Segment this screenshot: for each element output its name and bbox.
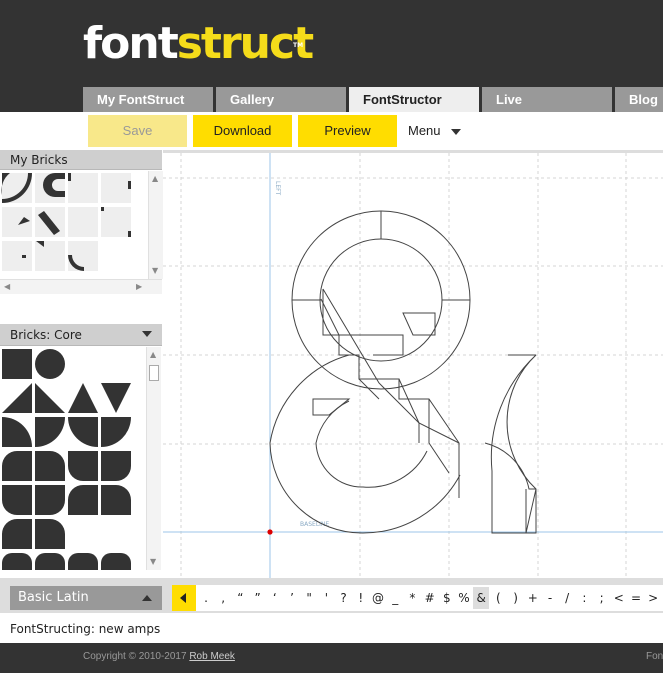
site-header: fontstruct TM My FontStruct Gallery Font… — [0, 0, 663, 112]
scroll-right-icon[interactable]: ▶ — [136, 282, 142, 292]
baseline-guide-label: BASELINE — [300, 521, 329, 528]
charset-selector-label: Basic Latin — [18, 590, 89, 605]
bricks-core-title: Bricks: Core — [10, 328, 82, 342]
character-button[interactable]: “ — [232, 587, 248, 609]
character-button[interactable]: : — [576, 587, 592, 609]
character-button[interactable]: @ — [370, 587, 386, 609]
chevron-down-icon — [450, 128, 461, 135]
copyright-label: Copyright © 2010-2017 — [83, 651, 187, 662]
chevron-down-icon — [142, 331, 152, 337]
character-button[interactable]: , — [215, 587, 231, 609]
logo-part-font: font — [83, 18, 179, 69]
character-button[interactable]: ” — [250, 587, 266, 609]
character-button[interactable]: ; — [594, 587, 610, 609]
save-button[interactable]: Save — [88, 115, 187, 147]
my-bricks-header: My Bricks — [0, 150, 162, 170]
scroll-down-icon[interactable]: ▼ — [150, 557, 156, 567]
character-button[interactable]: ( — [490, 587, 506, 609]
character-button[interactable]: < — [611, 587, 627, 609]
character-bar: Basic Latin ., “” ‘’ " '?! @ _ * # $% &() + - /:; < = > — [0, 578, 663, 613]
editor-toolbar: Save Download Preview Menu — [0, 112, 663, 150]
character-button[interactable]: % — [456, 587, 472, 609]
character-button[interactable]: + — [525, 587, 541, 609]
scroll-down-icon[interactable]: ▼ — [152, 266, 158, 276]
tab-blog[interactable]: Blog — [615, 87, 663, 112]
preview-button[interactable]: Preview — [298, 115, 397, 147]
tab-live[interactable]: Live — [482, 87, 612, 112]
character-button[interactable]: " — [301, 587, 317, 609]
character-button[interactable]: ’ — [284, 587, 300, 609]
logo-trademark: TM — [293, 42, 304, 49]
scroll-thumb[interactable] — [149, 365, 159, 381]
my-bricks-tiles[interactable] — [0, 171, 148, 279]
footer-right-text: Fon — [646, 651, 663, 662]
character-button[interactable]: & — [473, 587, 490, 609]
character-button[interactable]: ' — [318, 587, 334, 609]
origin-point — [267, 529, 273, 535]
my-bricks-grid — [0, 171, 148, 279]
character-button[interactable]: $ — [439, 587, 455, 609]
core-brick-tiles[interactable] — [0, 347, 146, 570]
character-button[interactable]: ) — [508, 587, 524, 609]
fontstruct-logo[interactable]: fontstruct TM — [83, 18, 314, 69]
character-strip: ., “” ‘’ " '?! @ _ * # $% &() + - /:; < = > — [172, 585, 663, 611]
my-bricks-vscroll[interactable]: ▲ ▼ — [148, 171, 163, 279]
menu-label: Menu — [408, 123, 441, 138]
scroll-left-icon[interactable]: ◀ — [4, 282, 10, 292]
tab-my-fontstruct[interactable]: My FontStruct — [83, 87, 213, 112]
my-bricks-title: My Bricks — [10, 153, 68, 167]
charset-selector[interactable]: Basic Latin — [10, 586, 162, 610]
logo-part-struct: struct — [176, 18, 314, 69]
character-button[interactable]: _ — [387, 587, 403, 609]
my-bricks-hscroll[interactable]: ◀ ▶ — [0, 279, 162, 294]
copyright-text: Copyright © 2010-2017 Rob Meek — [83, 651, 235, 662]
character-button[interactable]: > — [645, 587, 661, 609]
tab-fontstructor[interactable]: FontStructor — [349, 87, 479, 112]
download-button[interactable]: Download — [193, 115, 292, 147]
left-guide-label: LEFT — [274, 181, 281, 195]
character-button[interactable]: ! — [353, 587, 369, 609]
site-footer: Copyright © 2010-2017 Rob Meek Fon — [0, 643, 663, 673]
status-text: FontStructing: new amps — [10, 622, 161, 636]
bricks-core-vscroll[interactable]: ▲ ▼ — [146, 347, 161, 570]
ampersand-glyph-outline — [269, 210, 537, 534]
character-button[interactable]: . — [198, 587, 214, 609]
tab-gallery[interactable]: Gallery — [216, 87, 346, 112]
character-button[interactable]: # — [422, 587, 438, 609]
character-button[interactable]: - — [542, 587, 558, 609]
character-button[interactable]: / — [559, 587, 575, 609]
author-link[interactable]: Rob Meek — [189, 651, 235, 662]
bricks-core-grid — [0, 347, 146, 570]
character-button[interactable]: ‘ — [267, 587, 283, 609]
scroll-up-icon[interactable]: ▲ — [152, 174, 158, 184]
character-button[interactable]: ? — [336, 587, 352, 609]
scroll-up-icon[interactable]: ▲ — [150, 350, 156, 360]
menu-dropdown[interactable]: Menu — [408, 115, 461, 147]
chevron-up-icon — [142, 595, 152, 601]
glyph-canvas[interactable]: LEFT BASELINE — [163, 150, 663, 578]
bricks-core-header[interactable]: Bricks: Core — [0, 324, 162, 346]
previous-characters-button[interactable] — [172, 585, 196, 611]
character-button[interactable]: * — [404, 587, 420, 609]
glyph-editor-svg[interactable]: LEFT BASELINE — [163, 153, 663, 578]
character-button[interactable]: = — [628, 587, 644, 609]
